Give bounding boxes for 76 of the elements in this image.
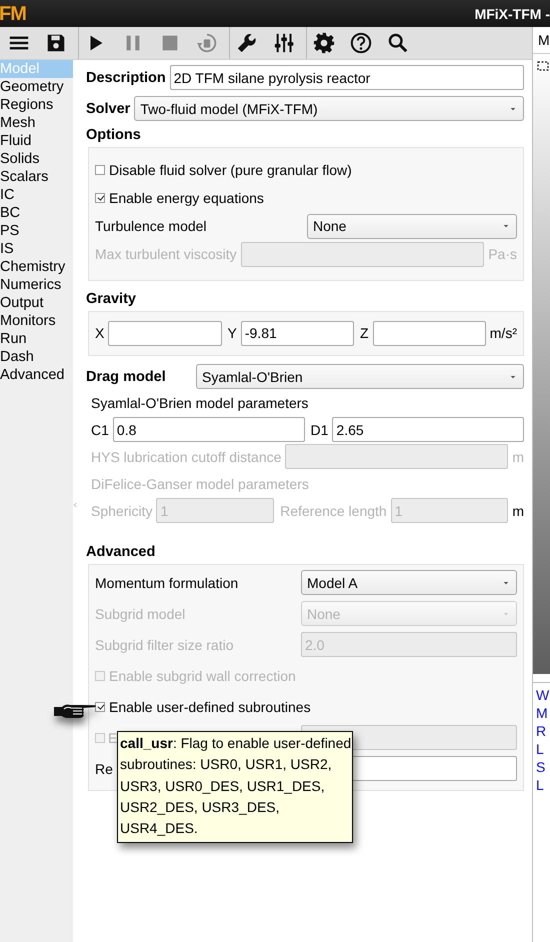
checkbox[interactable] [95,165,105,175]
panel-tab[interactable]: M [533,27,550,53]
field-label: Solver [86,100,130,116]
text-field[interactable] [108,320,222,346]
section-subtitle: Syamlal-O'Brien model parameters [91,394,308,410]
link[interactable]: L [536,776,550,794]
checkbox-label: Enable user-defined subroutines [109,698,311,714]
section-subtitle: DiFelice-Ganser model parameters [91,476,309,492]
sidebar-item[interactable]: Run [0,330,73,348]
link[interactable]: W [536,686,550,704]
dropdown[interactable]: Syamlal-O'Brien [196,364,524,389]
text-field[interactable]: 2D TFM silane pyrolysis reactor [170,65,524,90]
text-field[interactable]: 0.8 [112,417,304,442]
field-label: Z [360,325,369,341]
checkbox-label: Enable subgrid wall correction [109,668,296,684]
field-label: Reference length [280,502,387,518]
sidebar-item[interactable]: Fluid [0,132,73,150]
link[interactable]: S [536,758,550,776]
section-title: Gravity [86,291,137,307]
checkbox[interactable] [95,193,105,203]
sidebar-item[interactable]: BC [0,204,73,222]
sidebar-item[interactable]: PS [0,222,73,240]
field-label: Max turbulent viscosity [95,246,237,262]
help-icon[interactable] [348,30,373,56]
field-label: Y [228,325,237,341]
sidebar-item[interactable]: Chemistry [0,258,73,276]
checkbox-label: Disable fluid solver (pure granular flow) [109,162,352,178]
text-field[interactable] [372,320,486,346]
window-title: MFiX-TFM - [474,6,550,22]
unit-label: m/s² [490,325,517,341]
dropdown[interactable]: Model A [301,570,517,595]
sidebar-item[interactable]: IC [0,186,73,204]
text-field[interactable]: -9.81 [240,320,354,346]
field-label: Subgrid filter size ratio [95,636,234,652]
field-label: C1 [91,422,109,438]
sidebar-item[interactable]: Output [0,294,73,312]
field-label: Turbulence model [95,218,207,234]
field-label: Sphericity [91,502,152,518]
field-label: HYS lubrication cutoff distance [91,448,282,464]
settings-icon[interactable] [311,30,336,56]
caret-icon [502,222,510,230]
checkbox[interactable] [95,702,105,712]
section-title: Advanced [86,544,156,560]
field-label: D1 [310,422,328,438]
fit-view-icon [537,60,549,72]
field-label: Re [95,760,113,776]
section-title: Options [86,127,142,143]
dropdown[interactable]: Two-fluid model (MFiX-TFM) [134,96,524,121]
sidebar-item[interactable]: Mesh [0,114,73,132]
checkbox-label: Enable energy equations [109,190,264,206]
sidebar-item[interactable]: Numerics [0,276,73,294]
text-field[interactable]: 2.65 [332,417,524,442]
sidebar-item[interactable]: IS [0,240,73,258]
field-label: Momentum formulation [95,574,238,590]
checkbox-label: E [108,730,118,746]
unit-label: Pa·s [488,246,517,262]
section-title: Drag model [86,368,167,384]
dropdown[interactable]: None [307,214,517,238]
sidebar-item[interactable]: Scalars [0,168,73,186]
tooltip: call_usr: Flag to enable user-defined subroutines: USR0, USR1, USR2, USR3, USR0_DES, USR1_DES, USR2_DES, USR3_DES, USR4_DES. [117,731,353,844]
sidebar-item[interactable]: Geometry [0,78,73,96]
unit-label: m [512,502,524,518]
unit-label: m [512,448,524,464]
link[interactable]: M [536,704,550,722]
splitter-handle-icon [72,500,78,510]
field-label: X [95,325,104,341]
link[interactable]: R [536,722,550,740]
link[interactable]: L [536,740,550,758]
app-logo: FM [0,2,26,24]
sidebar-item[interactable]: Solids [0,150,73,168]
sidebar-item[interactable]: Dash [0,348,73,366]
field-label: Description [86,70,166,86]
field-label: Subgrid model [95,606,186,622]
sidebar-item[interactable]: Regions [0,96,73,114]
sidebar-item[interactable]: Advanced [0,366,73,384]
sidebar-item[interactable]: Monitors [0,312,73,330]
